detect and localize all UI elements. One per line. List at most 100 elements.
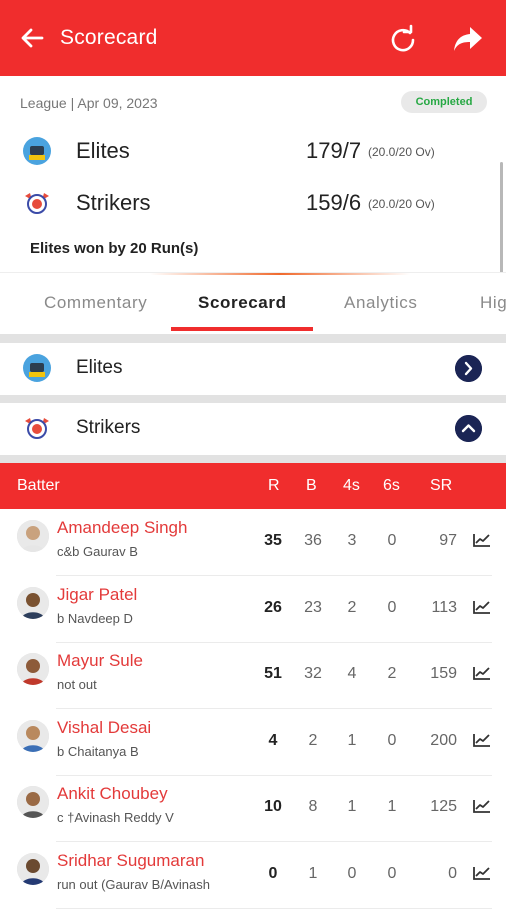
active-tab-indicator bbox=[171, 327, 313, 331]
strike-rate-cell: 0 bbox=[448, 864, 457, 882]
strike-rate-cell: 113 bbox=[431, 598, 457, 616]
table-row[interactable]: Amandeep Singh c&b Gaurav B 35 36 3 0 97 bbox=[0, 510, 506, 576]
dismissal-info: c&b Gaurav B bbox=[57, 544, 138, 559]
strikers-logo-icon bbox=[25, 193, 49, 214]
match-summary: League | Apr 09, 2023 Completed Elites 1… bbox=[0, 76, 506, 342]
player-avatar bbox=[17, 653, 49, 685]
section-divider bbox=[0, 455, 506, 463]
innings-elites[interactable]: Elites bbox=[0, 343, 506, 395]
tab-analytics[interactable]: Analytics bbox=[344, 293, 417, 313]
batting-table-header: Batter R B 4s 6s SR bbox=[0, 463, 506, 509]
table-row[interactable]: Ankit Choubey c †Avinash Reddy V 10 8 1 1 125 bbox=[0, 776, 506, 842]
team-name: Strikers bbox=[76, 190, 151, 215]
elites-logo-icon bbox=[23, 137, 51, 165]
fours-cell: 4 bbox=[347, 665, 357, 682]
strikers-logo-icon bbox=[25, 418, 49, 439]
strike-rate-cell: 97 bbox=[439, 532, 457, 549]
player-name-link[interactable]: Ankit Choubey bbox=[57, 784, 168, 804]
fours-cell: 1 bbox=[347, 798, 357, 815]
player-name-link[interactable]: Mayur Sule bbox=[57, 651, 143, 671]
section-divider bbox=[0, 334, 506, 343]
balls-cell: 23 bbox=[304, 598, 322, 616]
innings-strikers[interactable]: Strikers bbox=[0, 403, 506, 455]
tab-bar: Commentary Scorecard Analytics Hig bbox=[0, 272, 506, 334]
column-header-sixes: 6s bbox=[383, 477, 400, 494]
column-header-batter: Batter bbox=[17, 477, 60, 494]
page-title: Scorecard bbox=[60, 26, 158, 49]
runs-cell: 51 bbox=[264, 665, 282, 682]
dismissal-info: b Navdeep D bbox=[57, 610, 133, 626]
tab-commentary[interactable]: Commentary bbox=[44, 293, 147, 313]
divider bbox=[150, 273, 410, 275]
arrow-left-icon[interactable] bbox=[18, 24, 46, 52]
sixes-cell: 1 bbox=[387, 798, 397, 815]
team-score: 179/7 bbox=[306, 138, 362, 163]
strike-rate-cell: 125 bbox=[430, 798, 457, 815]
dismissal-info: run out (Gaurav B/Avinash bbox=[57, 876, 210, 892]
chart-trend-icon[interactable] bbox=[472, 798, 492, 814]
chart-trend-icon[interactable] bbox=[472, 599, 492, 615]
sixes-cell: 0 bbox=[387, 532, 397, 549]
player-avatar bbox=[17, 520, 49, 552]
table-row[interactable]: Sridhar Sugumaran run out (Gaurav B/Avina… bbox=[0, 842, 506, 909]
innings-team-name: Strikers bbox=[76, 417, 141, 438]
player-name-link[interactable]: Amandeep Singh bbox=[57, 518, 187, 538]
chart-trend-icon[interactable] bbox=[472, 665, 492, 681]
tab-scorecard[interactable]: Scorecard bbox=[198, 293, 287, 313]
dismissal-info: not out bbox=[57, 677, 97, 692]
refresh-icon[interactable] bbox=[388, 24, 418, 54]
status-badge: Completed bbox=[401, 91, 487, 113]
balls-cell: 1 bbox=[308, 864, 318, 882]
team-score-row: Elites 179/7 (20.0/20 Ov) bbox=[0, 132, 506, 172]
runs-cell: 4 bbox=[268, 731, 278, 749]
dismissal-info: b Chaitanya B bbox=[57, 743, 139, 759]
fours-cell: 3 bbox=[347, 532, 357, 549]
balls-cell: 36 bbox=[304, 532, 322, 549]
team-score-row: Strikers 159/6 (20.0/20 Ov) bbox=[0, 184, 506, 224]
player-name-link[interactable]: Sridhar Sugumaran bbox=[57, 851, 204, 871]
chevron-right-icon[interactable] bbox=[455, 355, 482, 382]
table-row[interactable]: Vishal Desai b Chaitanya B 4 2 1 0 200 bbox=[0, 709, 506, 776]
fours-cell: 1 bbox=[347, 731, 357, 749]
team-overs: (20.0/20 Ov) bbox=[368, 197, 435, 211]
team-score: 159/6 bbox=[306, 190, 362, 215]
tab-highlights[interactable]: Hig bbox=[480, 293, 506, 313]
team-overs: (20.0/20 Ov) bbox=[368, 145, 435, 159]
column-header-runs: R bbox=[268, 477, 280, 494]
chart-trend-icon[interactable] bbox=[472, 732, 492, 748]
column-header-fours: 4s bbox=[343, 477, 360, 494]
sixes-cell: 2 bbox=[387, 665, 397, 682]
sixes-cell: 0 bbox=[387, 731, 397, 749]
column-header-balls: B bbox=[306, 477, 317, 494]
fours-cell: 0 bbox=[347, 864, 357, 882]
column-header-strike-rate: SR bbox=[430, 477, 453, 494]
row-divider bbox=[56, 907, 492, 909]
dismissal-info: c †Avinash Reddy V bbox=[57, 810, 174, 825]
sixes-cell: 0 bbox=[387, 864, 397, 882]
chevron-up-icon[interactable] bbox=[455, 415, 482, 442]
innings-team-name: Elites bbox=[76, 357, 123, 378]
runs-cell: 35 bbox=[264, 532, 282, 549]
player-name-link[interactable]: Vishal Desai bbox=[57, 718, 151, 738]
section-divider bbox=[0, 395, 506, 403]
player-avatar bbox=[17, 786, 49, 818]
table-row[interactable]: Jigar Patel b Navdeep D 26 23 2 0 113 bbox=[0, 576, 506, 643]
strike-rate-cell: 159 bbox=[430, 665, 457, 682]
match-meta: League | Apr 09, 2023 bbox=[20, 95, 158, 111]
fours-cell: 2 bbox=[347, 598, 357, 616]
balls-cell: 32 bbox=[304, 665, 322, 682]
app-bar: Scorecard bbox=[0, 0, 506, 76]
runs-cell: 10 bbox=[264, 798, 282, 815]
chart-trend-icon[interactable] bbox=[472, 865, 492, 881]
match-result: Elites won by 20 Run(s) bbox=[30, 240, 199, 257]
table-row[interactable]: Mayur Sule not out 51 32 4 2 159 bbox=[0, 643, 506, 709]
player-name-link[interactable]: Jigar Patel bbox=[57, 585, 137, 605]
elites-logo-icon bbox=[23, 354, 51, 382]
share-icon[interactable] bbox=[452, 24, 484, 54]
sixes-cell: 0 bbox=[387, 598, 397, 616]
chart-trend-icon[interactable] bbox=[472, 532, 492, 548]
player-avatar bbox=[17, 719, 49, 752]
runs-cell: 26 bbox=[264, 598, 282, 616]
strike-rate-cell: 200 bbox=[430, 731, 457, 749]
team-name: Elites bbox=[76, 138, 130, 163]
